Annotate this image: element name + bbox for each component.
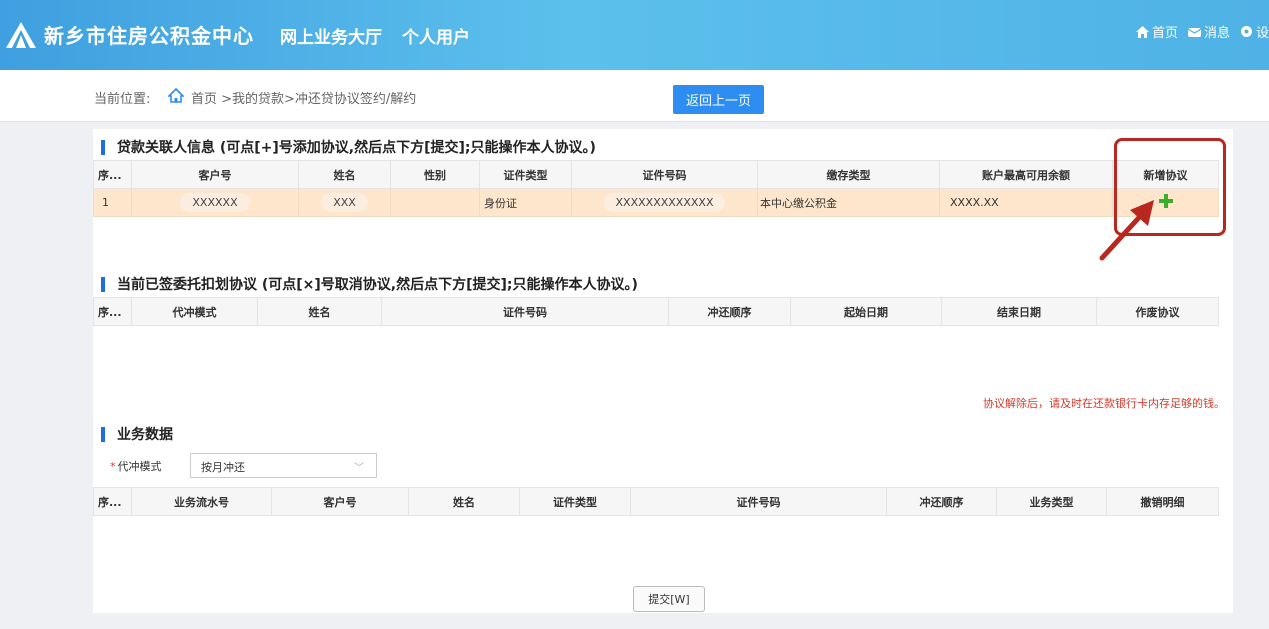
cell-id-no: XXXXXXXXXXXXX [571, 188, 758, 217]
col-cancel-agreement[interactable]: 作废协议 [1096, 297, 1219, 326]
cell-gender [390, 188, 480, 217]
mode-label: * 代冲模式 [110, 460, 162, 473]
mode-select[interactable]: 按月冲还 ﹀ [190, 453, 377, 478]
col-end-date[interactable]: 结束日期 [941, 297, 1097, 326]
col-business-type[interactable]: 业务类型 [996, 487, 1107, 516]
cell-deposit-type: 本中心缴公积金 [757, 188, 940, 217]
cell-id-type: 身份证 [479, 188, 572, 217]
section-title-related-persons: 贷款关联人信息 (可点[+]号添加协议,然后点下方[提交];只能操作本人协议。) [101, 137, 596, 157]
table-header-row: 序... 代冲模式 姓名 证件号码 冲还顺序 起始日期 结束日期 作废协议 [93, 297, 1219, 326]
home-icon [1135, 25, 1149, 38]
annotation-arrow-icon [1099, 200, 1154, 261]
signed-agreements-table: 序... 代冲模式 姓名 证件号码 冲还顺序 起始日期 结束日期 作废协议 [93, 297, 1219, 326]
hall-name: 网上业务大厅 [280, 28, 382, 48]
logo-icon [6, 22, 36, 48]
message-link[interactable]: 消息 [1187, 22, 1230, 41]
warning-text: 协议解除后，请及时在还款银行卡内存足够的钱。 [983, 397, 1225, 410]
home-icon[interactable] [168, 88, 184, 104]
gear-icon [1240, 26, 1252, 37]
home-link[interactable]: 首页 [1135, 22, 1178, 41]
col-customer-no[interactable]: 客户号 [271, 487, 409, 516]
cell-customer-no: XXXXXX [131, 188, 299, 217]
section-title-signed-agreements: 当前已签委托扣划协议 (可点[×]号取消协议,然后点下方[提交];只能操作本人协… [101, 274, 638, 294]
col-customer-no[interactable]: 客户号 [131, 160, 299, 189]
section-title-business-data: 业务数据 [101, 424, 173, 444]
col-id-type[interactable]: 证件类型 [519, 487, 631, 516]
cell-name: XXX [298, 188, 391, 217]
col-order[interactable]: 冲还顺序 [668, 297, 791, 326]
col-seq[interactable]: 序... [93, 297, 132, 326]
message-icon [1187, 28, 1201, 37]
submit-button[interactable]: 提交[W] [633, 586, 705, 612]
col-deposit-type[interactable]: 缴存类型 [757, 160, 940, 189]
business-data-table: 序... 业务流水号 客户号 姓名 证件类型 证件号码 冲还顺序 业务类型 撤销… [93, 487, 1219, 516]
col-gender[interactable]: 性别 [390, 160, 480, 189]
col-seq[interactable]: 序... [93, 487, 132, 516]
col-order[interactable]: 冲还顺序 [886, 487, 997, 516]
breadcrumb-label: 当前位置: [94, 92, 151, 107]
col-seq[interactable]: 序... [93, 160, 132, 189]
col-name[interactable]: 姓名 [298, 160, 391, 189]
breadcrumb-bar: 当前位置: 首页 >我的贷款>冲还贷协议签约/解约 返回上一页 [0, 70, 1269, 122]
col-id-no[interactable]: 证件号码 [630, 487, 887, 516]
chevron-down-icon: ﹀ [354, 463, 364, 474]
col-balance[interactable]: 账户最高可用余额 [939, 160, 1113, 189]
col-name[interactable]: 姓名 [408, 487, 520, 516]
footer-strip [0, 622, 1269, 629]
table-header-row: 序... 业务流水号 客户号 姓名 证件类型 证件号码 冲还顺序 业务类型 撤销… [93, 487, 1219, 516]
top-links: 首页 消息 设 [1135, 22, 1269, 41]
col-id-no[interactable]: 证件号码 [381, 297, 669, 326]
table-row[interactable]: 1 XXXXXX XXX 身份证 XXXXXXXXXXXXX 本中心缴公积金 X… [93, 188, 1219, 217]
table-header-row: 序... 客户号 姓名 性别 证件类型 证件号码 缴存类型 账户最高可用余额 新… [93, 160, 1219, 189]
cell-seq: 1 [93, 188, 132, 217]
user-type: 个人用户 [402, 28, 470, 48]
related-persons-table: 序... 客户号 姓名 性别 证件类型 证件号码 缴存类型 账户最高可用余额 新… [93, 160, 1219, 217]
org-name: 新乡市住房公积金中心 [44, 24, 254, 48]
settings-link[interactable]: 设 [1240, 22, 1269, 41]
col-start-date[interactable]: 起始日期 [790, 297, 942, 326]
back-button[interactable]: 返回上一页 [673, 85, 764, 114]
breadcrumb[interactable]: 首页 >我的贷款>冲还贷协议签约/解约 [191, 88, 416, 107]
col-serial-no[interactable]: 业务流水号 [131, 487, 272, 516]
col-name[interactable]: 姓名 [257, 297, 382, 326]
col-id-type[interactable]: 证件类型 [479, 160, 572, 189]
cell-balance: XXXX.XX [939, 188, 1113, 217]
col-mode[interactable]: 代冲模式 [131, 297, 258, 326]
col-revoke-detail[interactable]: 撤销明细 [1106, 487, 1219, 516]
top-header: 新乡市住房公积金中心 网上业务大厅 个人用户 首页 消息 设 [0, 0, 1269, 70]
col-id-no[interactable]: 证件号码 [571, 160, 758, 189]
